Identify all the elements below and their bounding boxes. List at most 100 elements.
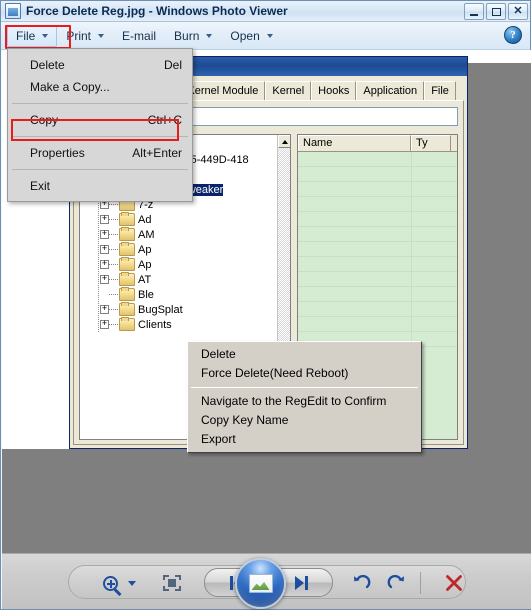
photo-viewer-icon (5, 3, 21, 19)
context-menu-navigate-regedit[interactable]: Navigate to the RegEdit to Confirm (188, 392, 421, 411)
registry-key-input[interactable] (169, 107, 458, 126)
list-row (298, 212, 457, 227)
fit-to-window-button[interactable] (161, 573, 183, 593)
toolbar-divider (420, 572, 421, 594)
menu-email[interactable]: E-mail (113, 25, 165, 47)
tree-node-at[interactable]: + AT (84, 272, 290, 287)
tree-expander[interactable]: + (100, 305, 109, 314)
slideshow-play-button[interactable] (235, 558, 286, 609)
delete-x-icon (446, 575, 462, 591)
tab-file[interactable]: File (424, 81, 456, 100)
tree-dotted-line (109, 309, 118, 310)
photo-viewer-window: Force Delete Reg.jpg - Windows Photo Vie… (0, 0, 531, 610)
file-menu-properties[interactable]: Properties Alt+Enter (8, 142, 192, 164)
file-menu-make-a-copy[interactable]: Make a Copy... (8, 76, 192, 98)
menu-file[interactable]: File (7, 24, 58, 47)
context-menu-separator (191, 387, 418, 388)
fit-to-window-icon (163, 575, 181, 591)
menu-print-label: Print (66, 28, 92, 43)
folder-icon (119, 317, 135, 331)
column-header-type[interactable]: Ty (411, 135, 451, 151)
registry-context-menu[interactable]: Delete Force Delete(Need Reboot) Navigat… (187, 341, 422, 453)
tree-expander[interactable]: + (100, 245, 109, 254)
folder-icon (119, 302, 135, 316)
tab-hooks[interactable]: Hooks (311, 81, 357, 100)
menu-email-label: E-mail (122, 28, 157, 43)
tab-kernel[interactable]: Kernel (265, 81, 312, 100)
list-row (298, 152, 457, 167)
tree-node-am[interactable]: + AM (84, 227, 290, 242)
context-menu-force-delete[interactable]: Force Delete(Need Reboot) (188, 364, 421, 383)
file-menu-exit[interactable]: Exit (8, 175, 192, 197)
rotate-counterclockwise-button[interactable] (351, 573, 373, 593)
tree-node-ad[interactable]: + Ad (84, 212, 290, 227)
folder-icon (119, 287, 135, 301)
menu-open-label: Open (230, 28, 260, 43)
tab-kernel-module[interactable]: Kernel Module (180, 81, 266, 100)
file-menu-separator (12, 169, 188, 170)
list-row (298, 317, 457, 332)
tree-dotted-line (109, 249, 118, 250)
tree-node-label: AT (138, 273, 152, 286)
slideshow-play-icon (248, 574, 273, 593)
zoom-in-magnifier-icon (102, 575, 118, 591)
help-icon: ? (504, 26, 522, 44)
toolbar-pill (68, 558, 466, 609)
tree-node-label: AM (138, 228, 155, 241)
list-header: Name Ty (298, 135, 457, 152)
file-menu-copy[interactable]: Copy Ctrl+C (8, 109, 192, 131)
tree-expander[interactable]: + (100, 275, 109, 284)
maximize-button[interactable] (486, 3, 506, 20)
context-menu-delete[interactable]: Delete (188, 345, 421, 364)
help-button[interactable]: ? (504, 26, 524, 46)
tree-dotted-line (109, 264, 118, 265)
menu-open[interactable]: Open (221, 25, 281, 47)
list-row (298, 197, 457, 212)
menu-print[interactable]: Print (57, 25, 113, 47)
folder-icon (119, 242, 135, 256)
window-title: Force Delete Reg.jpg - Windows Photo Vie… (26, 4, 288, 18)
tree-expander[interactable]: + (100, 260, 109, 269)
column-header-name[interactable]: Name (298, 135, 411, 151)
tree-expander[interactable]: + (100, 320, 109, 329)
delete-button[interactable] (443, 572, 465, 594)
tab-application[interactable]: Application (356, 81, 425, 100)
folder-icon (119, 212, 135, 226)
list-row (298, 242, 457, 257)
file-menu-make-a-copy-label: Make a Copy... (30, 80, 110, 94)
zoom-button[interactable] (97, 572, 141, 594)
tree-node-label: Ad (138, 213, 152, 226)
rotate-counterclockwise-icon (354, 574, 371, 589)
context-menu-export[interactable]: Export (188, 430, 421, 449)
tree-node-ble[interactable]: Ble (84, 287, 290, 302)
window-controls: ✕ (464, 3, 528, 20)
file-menu-properties-accel: Alt+Enter (132, 146, 182, 160)
file-menu-separator (12, 136, 188, 137)
tree-dotted-line (109, 324, 118, 325)
close-button[interactable]: ✕ (508, 3, 528, 20)
tree-node-clients[interactable]: + Clients (84, 317, 290, 332)
tree-dotted-line (109, 294, 118, 295)
scrollbar-up-button[interactable] (278, 135, 290, 148)
list-row (298, 272, 457, 287)
tree-dotted-line (109, 234, 118, 235)
title-bar: Force Delete Reg.jpg - Windows Photo Vie… (1, 1, 530, 22)
tree-expander[interactable]: + (100, 215, 109, 224)
menu-burn[interactable]: Burn (165, 25, 221, 47)
context-menu-copy-key-name[interactable]: Copy Key Name (188, 411, 421, 430)
tree-node-label: BugSplat (138, 303, 183, 316)
file-menu-copy-accel: Ctrl+C (147, 113, 182, 127)
tree-node-label: Ble (138, 288, 154, 301)
minimize-button[interactable] (464, 3, 484, 20)
tree-expander[interactable]: + (100, 230, 109, 239)
tree-node-ap1[interactable]: + Ap (84, 242, 290, 257)
list-row (298, 227, 457, 242)
rotate-clockwise-button[interactable] (385, 573, 407, 593)
tree-node-ap2[interactable]: + Ap (84, 257, 290, 272)
chevron-down-icon (42, 33, 49, 38)
file-menu-delete[interactable]: Delete Del (8, 54, 192, 76)
tree-node-bugsplat[interactable]: + BugSplat (84, 302, 290, 317)
list-row (298, 167, 457, 182)
file-menu-delete-accel: Del (163, 58, 182, 72)
file-dropdown-menu[interactable]: Delete Del Make a Copy... Copy Ctrl+C Pr… (7, 48, 193, 202)
